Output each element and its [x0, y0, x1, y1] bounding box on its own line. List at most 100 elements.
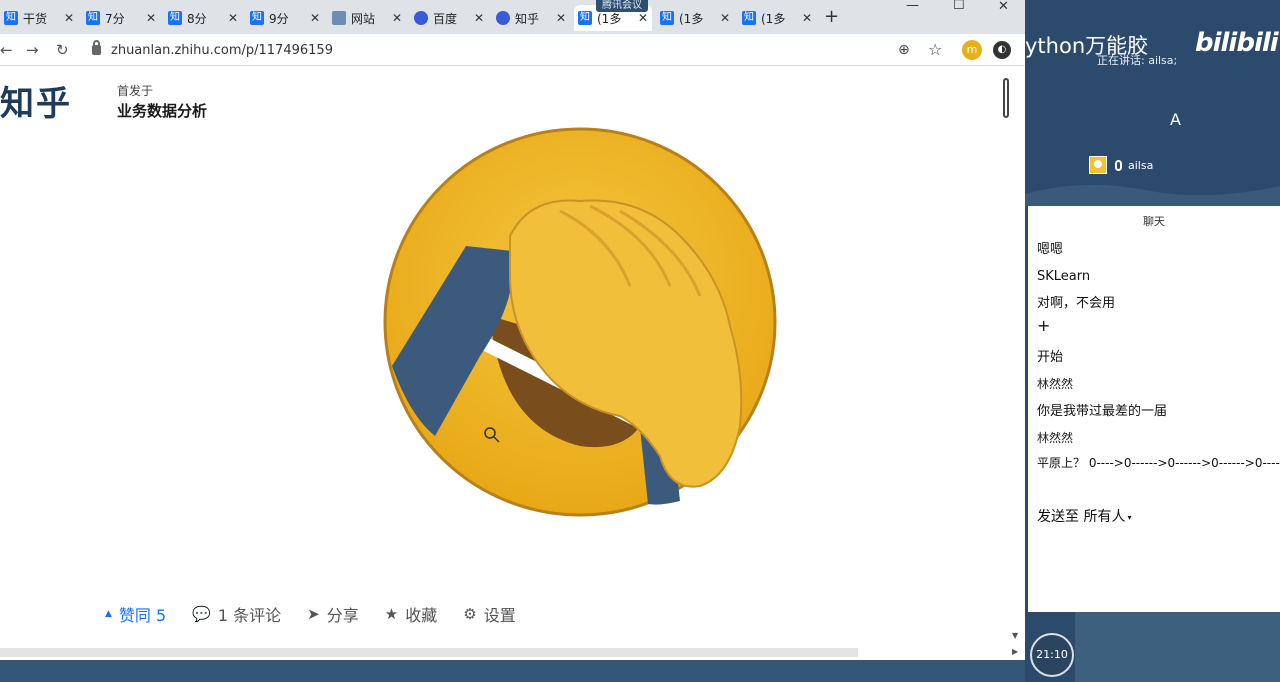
- zhihu-icon: 知: [660, 11, 674, 25]
- avatar: A: [1170, 110, 1181, 129]
- triangle-up-icon: ▲: [105, 609, 112, 619]
- browser-window: 知 干货 ✕ 知 7分 ✕ 知 8分 ✕ 知 9分 ✕ 网站 ✕ 百度 ✕ 知乎…: [0, 0, 1025, 660]
- baidu-icon: [414, 11, 428, 25]
- close-icon[interactable]: ✕: [474, 11, 484, 25]
- column-name[interactable]: 业务数据分析: [117, 100, 207, 121]
- chat-message: +: [1037, 316, 1051, 335]
- tab-label: 知乎: [515, 11, 540, 26]
- send-icon: ➤: [307, 605, 320, 623]
- favorite-button[interactable]: ★ 收藏: [385, 602, 437, 626]
- zoom-icon[interactable]: ⊕: [898, 42, 910, 58]
- close-icon[interactable]: ✕: [638, 11, 648, 25]
- scroll-right-arrow-icon[interactable]: ▶: [1012, 647, 1018, 656]
- tab-label: 9分: [269, 11, 289, 26]
- new-tab-button[interactable]: +: [824, 6, 839, 27]
- clock-badge: 21:10: [1030, 633, 1074, 677]
- gear-icon: ⚙: [463, 605, 477, 623]
- comment-label: 1 条评论: [217, 606, 282, 625]
- meeting-panel: ython万能胶 bilibili 正在讲话: ailsa; A ailsa 聊…: [1025, 0, 1280, 682]
- tab-10[interactable]: 知 (1多 ✕: [738, 5, 816, 31]
- close-icon[interactable]: ✕: [64, 11, 74, 25]
- reload-button[interactable]: ↻: [56, 41, 69, 59]
- tab-2[interactable]: 知 7分 ✕: [82, 5, 160, 31]
- star-icon[interactable]: ☆: [928, 40, 942, 59]
- tab-label: 8分: [187, 11, 207, 26]
- scroll-indicator[interactable]: [1003, 78, 1009, 118]
- chat-sender-name: 林然然: [1037, 431, 1074, 445]
- close-icon[interactable]: ✕: [310, 11, 320, 25]
- browser-toolbar: ← → ↻ zhuanlan.zhihu.com/p/117496159 ⊕ ☆: [0, 34, 1025, 66]
- tab-3[interactable]: 知 8分 ✕: [164, 5, 242, 31]
- comment-icon: 💬: [192, 605, 211, 623]
- tab-label: (1多: [761, 11, 786, 26]
- send-to-selector[interactable]: 发送至 所有人 ▾: [1037, 506, 1131, 526]
- paw-icon: [496, 11, 510, 25]
- star-icon: ★: [384, 605, 399, 623]
- share-label: 分享: [326, 606, 359, 625]
- zhihu-icon: 知: [250, 11, 264, 25]
- tab-7[interactable]: 知乎 ✕: [492, 5, 570, 31]
- extension-m-icon[interactable]: m: [962, 40, 982, 60]
- extension-icon[interactable]: ◐: [993, 41, 1011, 59]
- chat-header: 聊天: [1143, 215, 1165, 228]
- tab-4[interactable]: 知 9分 ✕: [246, 5, 324, 31]
- settings-label: 设置: [483, 606, 516, 625]
- zhihu-icon: 知: [168, 11, 182, 25]
- facepalm-emoji-image[interactable]: [380, 126, 780, 521]
- share-button[interactable]: ➤ 分享: [307, 602, 359, 626]
- url-text: zhuanlan.zhihu.com/p/117496159: [111, 42, 333, 58]
- tab-label: 干货: [23, 11, 48, 26]
- scroll-down-arrow-icon[interactable]: ▼: [1012, 631, 1018, 640]
- published-in-label: 首发于: [117, 84, 154, 98]
- chat-message: 开始: [1037, 350, 1064, 365]
- caret-down-icon: ▾: [1127, 512, 1132, 522]
- zhihu-icon: 知: [578, 11, 592, 25]
- screen: 知 干货 ✕ 知 7分 ✕ 知 8分 ✕ 知 9分 ✕ 网站 ✕ 百度 ✕ 知乎…: [0, 0, 1280, 682]
- send-to-label: 发送至 所有人: [1037, 509, 1126, 525]
- close-icon[interactable]: ✕: [802, 11, 812, 25]
- wave-decoration: [1025, 184, 1280, 206]
- tab-label: 百度: [433, 11, 458, 26]
- settings-button[interactable]: ⚙ 设置: [463, 602, 515, 626]
- comment-button[interactable]: 💬 1 条评论: [192, 602, 281, 626]
- vote-button[interactable]: ▲ 赞同 5: [105, 602, 166, 626]
- tab-label: 7分: [105, 11, 125, 26]
- meeting-tag: 腾讯会议: [596, 0, 648, 12]
- close-icon[interactable]: ✕: [720, 11, 730, 25]
- maximize-button[interactable]: ☐: [953, 0, 965, 13]
- close-icon[interactable]: ✕: [146, 11, 156, 25]
- back-button[interactable]: ←: [0, 41, 13, 59]
- taskbar: [0, 660, 1025, 682]
- minimize-button[interactable]: —: [906, 0, 919, 13]
- tab-1[interactable]: 知 干货 ✕: [0, 5, 78, 31]
- zhihu-icon: 知: [86, 11, 100, 25]
- zhihu-icon: 知: [4, 11, 18, 25]
- close-icon[interactable]: ✕: [228, 11, 238, 25]
- speaking-status: 正在讲话: ailsa;: [1097, 54, 1178, 67]
- horizontal-scrollbar[interactable]: [0, 648, 858, 657]
- chat-message: 对啊，不会用: [1037, 296, 1116, 311]
- bilibili-logo: bilibili: [1195, 28, 1279, 58]
- tab-label: (1多: [679, 11, 704, 26]
- chart-icon: [332, 11, 346, 25]
- zhihu-logo[interactable]: 知乎: [0, 76, 72, 125]
- forward-button[interactable]: →: [26, 41, 39, 59]
- chat-panel: 聊天 嗯嗯 SKLearn 对啊，不会用 + 开始 林然然 你是我带过最差的一届…: [1028, 206, 1280, 612]
- chat-message: 嗯嗯: [1037, 242, 1064, 257]
- close-window-button[interactable]: ✕: [998, 0, 1009, 14]
- close-icon[interactable]: ✕: [556, 11, 566, 25]
- tab-9[interactable]: 知 (1多 ✕: [656, 5, 734, 31]
- vote-label: 赞同 5: [118, 606, 167, 625]
- tab-6[interactable]: 百度 ✕: [410, 5, 488, 31]
- tab-label: (1多: [597, 11, 622, 26]
- tab-label: 网站: [351, 11, 376, 26]
- chat-message: 你是我带过最差的一届: [1037, 404, 1168, 419]
- participant-row[interactable]: ailsa: [1089, 156, 1153, 174]
- tab-strip: 知 干货 ✕ 知 7分 ✕ 知 8分 ✕ 知 9分 ✕ 网站 ✕ 百度 ✕ 知乎…: [0, 0, 1025, 34]
- panel-footer: [1075, 612, 1280, 682]
- close-icon[interactable]: ✕: [392, 11, 402, 25]
- address-bar[interactable]: zhuanlan.zhihu.com/p/117496159: [92, 40, 912, 60]
- user-avatar-icon: [1089, 156, 1107, 174]
- microphone-icon: [1115, 159, 1122, 171]
- tab-5[interactable]: 网站 ✕: [328, 5, 406, 31]
